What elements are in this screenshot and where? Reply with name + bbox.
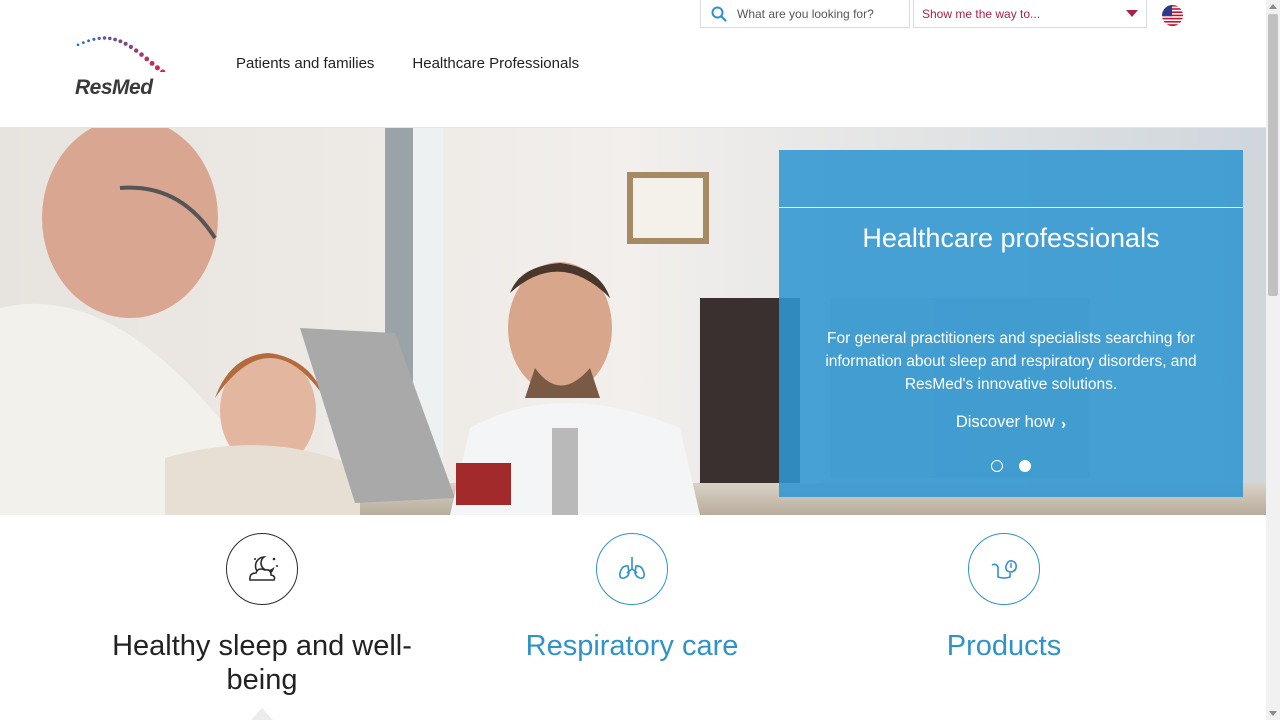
chevron-down-icon	[1126, 10, 1138, 17]
logo-dots-icon	[76, 36, 166, 72]
hero-carousel: Healthcare professionals For general pra…	[0, 128, 1266, 515]
resmed-logo[interactable]: ResMed	[72, 26, 176, 100]
category-products[interactable]: Products	[824, 533, 1184, 663]
nav-item-healthcare-professionals[interactable]: Healthcare Professionals	[412, 55, 579, 72]
category-label: Respiratory care	[525, 630, 739, 662]
discover-how-link[interactable]: Discover how ›	[779, 413, 1243, 433]
category-healthy-sleep[interactable]: Healthy sleep and well-being	[82, 533, 442, 697]
scrollbar-thumb[interactable]	[1268, 14, 1278, 296]
mask-icon	[968, 533, 1040, 605]
search-input[interactable]	[737, 6, 905, 21]
search-box	[700, 0, 910, 28]
category-label: Healthy sleep and well-being	[112, 630, 412, 696]
scroll-down-icon[interactable]	[1269, 711, 1277, 716]
category-respiratory-care[interactable]: Respiratory care	[452, 533, 812, 663]
lungs-icon	[596, 533, 668, 605]
chevron-right-icon: ›	[1060, 415, 1067, 433]
wayfinder-label: Show me the way to...	[922, 6, 1041, 21]
logo-text: ResMed	[75, 76, 153, 99]
discover-how-label: Discover how	[955, 413, 1055, 431]
hero-divider	[779, 207, 1243, 208]
site-header: ResMed Patients and families Healthcare …	[0, 0, 1266, 128]
hero-title: Healthcare professionals	[862, 223, 1160, 253]
wayfinder-dropdown[interactable]: Show me the way to...	[913, 0, 1147, 28]
carousel-dot-2[interactable]	[1019, 460, 1031, 472]
search-icon[interactable]	[701, 1, 737, 27]
scroll-up-icon[interactable]	[1269, 4, 1277, 9]
carousel-dot-1[interactable]	[991, 460, 1003, 472]
nav-item-patients-and-families[interactable]: Patients and families	[236, 55, 374, 72]
main-nav: Patients and families Healthcare Profess…	[236, 55, 579, 72]
hero-panel: Healthcare professionals For general pra…	[779, 150, 1243, 497]
category-label: Products	[946, 630, 1062, 662]
hero-description: For general practitioners and specialist…	[825, 330, 1197, 393]
active-category-pointer	[251, 708, 273, 720]
carousel-dots	[779, 460, 1243, 472]
us-flag-icon[interactable]	[1162, 5, 1183, 26]
page-scrollbar[interactable]	[1266, 0, 1280, 720]
moon-cloud-icon	[226, 533, 298, 605]
